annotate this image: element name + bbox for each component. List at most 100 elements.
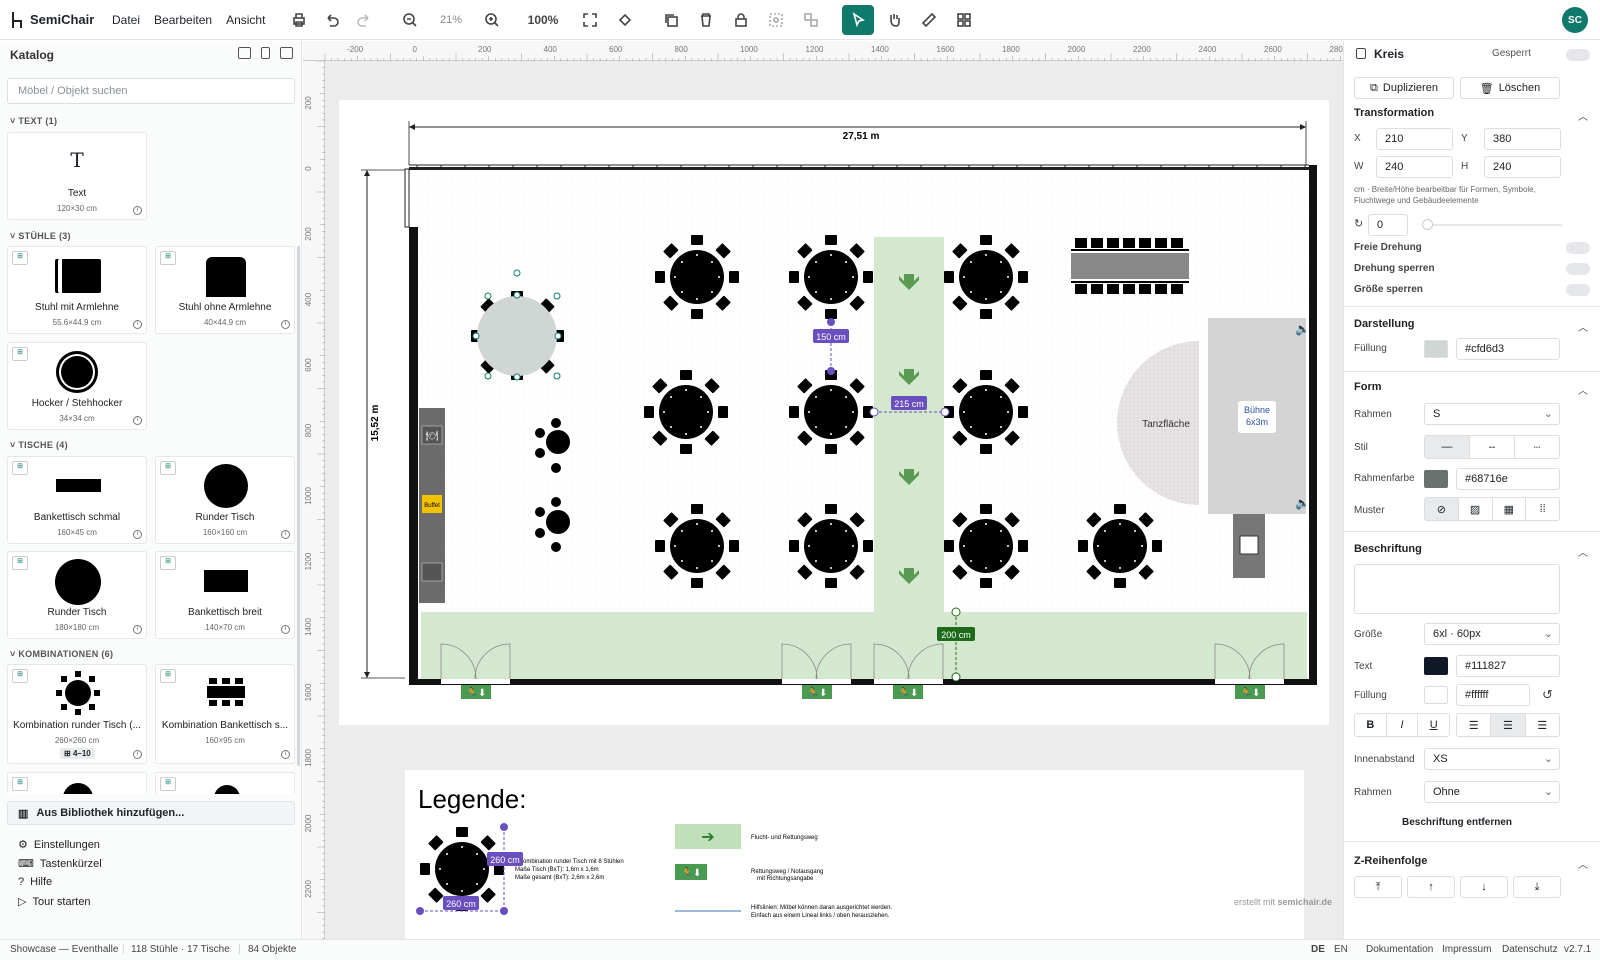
- escape-route-horizontal[interactable]: [421, 612, 1307, 682]
- delete-button[interactable]: 🗑 Löschen: [1460, 77, 1560, 99]
- underline-icon[interactable]: U: [1418, 714, 1449, 736]
- locked-toggle[interactable]: [1566, 49, 1590, 61]
- style-segmented[interactable]: ― ╌ ┈: [1424, 435, 1560, 459]
- lock-size-toggle[interactable]: [1566, 284, 1590, 296]
- border-select[interactable]: S ⌄: [1424, 403, 1560, 425]
- chevron-up-icon[interactable]: ︿: [1578, 544, 1588, 559]
- favorite-badge-icon[interactable]: ⊞: [12, 777, 28, 791]
- align-left-icon[interactable]: ☰: [1457, 714, 1492, 736]
- info-icon[interactable]: i: [133, 625, 142, 634]
- chevron-up-icon[interactable]: ︿: [1578, 319, 1588, 334]
- favorite-badge-icon[interactable]: ⊞: [12, 556, 28, 570]
- catalog-item-text[interactable]: T Text 120×30 cm i: [7, 132, 147, 220]
- redo-button[interactable]: [352, 8, 376, 32]
- catalog-item-narrow-table[interactable]: ⊞ Bankettisch schmal 160×45 cm i: [7, 456, 147, 544]
- x-input[interactable]: 210: [1376, 128, 1453, 150]
- shortcuts-link[interactable]: ⌨ Tastenkürzel: [18, 857, 102, 871]
- delete-tool-button[interactable]: [694, 8, 718, 32]
- caption-textarea[interactable]: [1354, 564, 1560, 614]
- send-to-back-button[interactable]: ⤓: [1513, 876, 1561, 898]
- catalog-item-round-combo[interactable]: ⊞ Kombination runder Tisch (... 260×260 …: [7, 664, 147, 764]
- padding-select[interactable]: XS ⌄: [1424, 748, 1560, 770]
- catalog-scrollbar[interactable]: [297, 246, 300, 766]
- favorite-badge-icon[interactable]: ⊞: [160, 461, 176, 475]
- fill2-swatch[interactable]: [1424, 686, 1448, 704]
- canvas-area[interactable]: -200 0 200 400 600 800 1000 1200 1400 1600 1800 200…: [303, 41, 1343, 939]
- info-icon[interactable]: i: [133, 530, 142, 539]
- ruler-top[interactable]: -200 0 200 400 600 800 1000 1200 1400 1600 1800 200…: [303, 41, 1343, 61]
- catalog-item-armchair[interactable]: ⊞ Stuhl mit Armlehne 55.6×44.9 cm i: [7, 246, 147, 334]
- catalog-item-round-table-160[interactable]: ⊞ Runder Tisch 160×160 cm i: [155, 456, 295, 544]
- privacy-link[interactable]: Datenschutz: [1502, 944, 1558, 955]
- section-chairs[interactable]: ˅ STÜHLE (3): [10, 231, 71, 241]
- favorite-badge-icon[interactable]: ⊞: [12, 669, 28, 683]
- favorite-badge-icon[interactable]: ⊞: [12, 251, 28, 265]
- info-icon[interactable]: i: [133, 416, 142, 425]
- hatch-pattern-icon[interactable]: ▨: [1459, 498, 1493, 520]
- favorite-badge-icon[interactable]: ⊞: [160, 556, 176, 570]
- reset-icon[interactable]: ↺: [1542, 687, 1553, 703]
- fill2-hex-input[interactable]: #ffffff: [1456, 684, 1530, 706]
- grid-pattern-icon[interactable]: ▦: [1493, 498, 1527, 520]
- collapse-panel-icon[interactable]: [280, 47, 293, 59]
- fill-swatch[interactable]: [1424, 340, 1448, 358]
- catalog-item-partial[interactable]: ⊞: [155, 772, 295, 794]
- border-color-hex-input[interactable]: #68716e: [1456, 468, 1560, 490]
- catalog-search-input[interactable]: Möbel / Objekt suchen: [7, 78, 295, 104]
- buffet-counter[interactable]: 🍽 Buffet: [419, 408, 445, 603]
- layout-split-icon[interactable]: [238, 47, 251, 59]
- docs-link[interactable]: Dokumentation: [1366, 944, 1433, 955]
- zoom-out-button[interactable]: [398, 8, 422, 32]
- favorite-badge-icon[interactable]: ⊞: [160, 251, 176, 265]
- duplicate-button[interactable]: ⧉ Duplizieren: [1354, 77, 1454, 99]
- zoom-in-button[interactable]: [480, 8, 504, 32]
- info-icon[interactable]: i: [281, 625, 290, 634]
- text-color-swatch[interactable]: [1424, 657, 1448, 675]
- bold-icon[interactable]: B: [1355, 714, 1387, 736]
- snap-button[interactable]: [613, 8, 637, 32]
- layout-single-icon[interactable]: [261, 47, 270, 59]
- app-logo[interactable]: SemiChair: [10, 11, 106, 29]
- tour-link[interactable]: ▷ Tour starten: [18, 895, 91, 909]
- catalog-item-wide-table[interactable]: ⊞ Bankettisch breit 140×70 cm i: [155, 551, 295, 639]
- catalog-item-banquet-combo[interactable]: ⊞ Kombination Bankettisch s... 160×95 cm…: [155, 664, 295, 764]
- chevron-up-icon[interactable]: ︿: [1578, 382, 1588, 397]
- frame-select[interactable]: Ohne ⌄: [1424, 781, 1560, 803]
- select-tool-button[interactable]: [842, 5, 874, 35]
- catalog-item-round-table-180[interactable]: ⊞ Runder Tisch 180×180 cm i: [7, 551, 147, 639]
- y-input[interactable]: 380: [1484, 128, 1561, 150]
- menu-ansicht[interactable]: Ansicht: [220, 7, 271, 33]
- section-combinations[interactable]: ˅ KOMBINATIONEN (6): [10, 649, 113, 659]
- border-color-swatch[interactable]: [1424, 470, 1448, 488]
- info-icon[interactable]: i: [133, 750, 142, 759]
- catalog-item-stool[interactable]: ⊞ Hocker / Stehhocker 34×34 cm i: [7, 342, 147, 430]
- pan-tool-button[interactable]: [882, 8, 906, 32]
- text-format-segmented[interactable]: B I U: [1354, 713, 1450, 737]
- user-avatar[interactable]: SC: [1562, 7, 1588, 33]
- ungroup-tool-button[interactable]: [799, 8, 823, 32]
- imprint-link[interactable]: Impressum: [1442, 944, 1491, 955]
- zoom-reset-button[interactable]: 100%: [525, 8, 561, 32]
- fit-screen-button[interactable]: [578, 8, 602, 32]
- add-from-library-button[interactable]: ▥ Aus Bibliothek hinzufügen...: [7, 801, 295, 825]
- escape-route-vertical[interactable]: [874, 237, 944, 612]
- text-align-segmented[interactable]: ☰ ☰ ☰: [1456, 713, 1560, 737]
- menu-datei[interactable]: Datei: [106, 7, 146, 33]
- rotation-input[interactable]: 0: [1368, 214, 1408, 236]
- undo-button[interactable]: [320, 8, 344, 32]
- align-right-icon[interactable]: ☰: [1526, 714, 1559, 736]
- remove-caption-button[interactable]: Beschriftung entfernen: [1344, 817, 1570, 828]
- help-link[interactable]: ? Hilfe: [18, 876, 52, 888]
- bring-forward-button[interactable]: ↑: [1407, 876, 1455, 898]
- section-text[interactable]: ˅ TEXT (1): [10, 116, 57, 126]
- dashed-line-option[interactable]: ╌: [1470, 436, 1515, 458]
- lock-tool-button[interactable]: [729, 8, 753, 32]
- floor-plan[interactable]: 27,51 m 15,52 m 🍽 Buffet Tanzfläche Bühn…: [325, 61, 1343, 939]
- catalog-item-partial[interactable]: ⊞: [7, 772, 147, 794]
- section-tables[interactable]: ˅ TISCHE (4): [10, 440, 68, 450]
- group-tool-button[interactable]: [764, 8, 788, 32]
- info-icon[interactable]: i: [281, 750, 290, 759]
- size-select[interactable]: 6xl · 60px ⌄: [1424, 623, 1560, 645]
- rotation-slider-handle[interactable]: [1422, 219, 1433, 230]
- grid-tool-button[interactable]: [952, 8, 976, 32]
